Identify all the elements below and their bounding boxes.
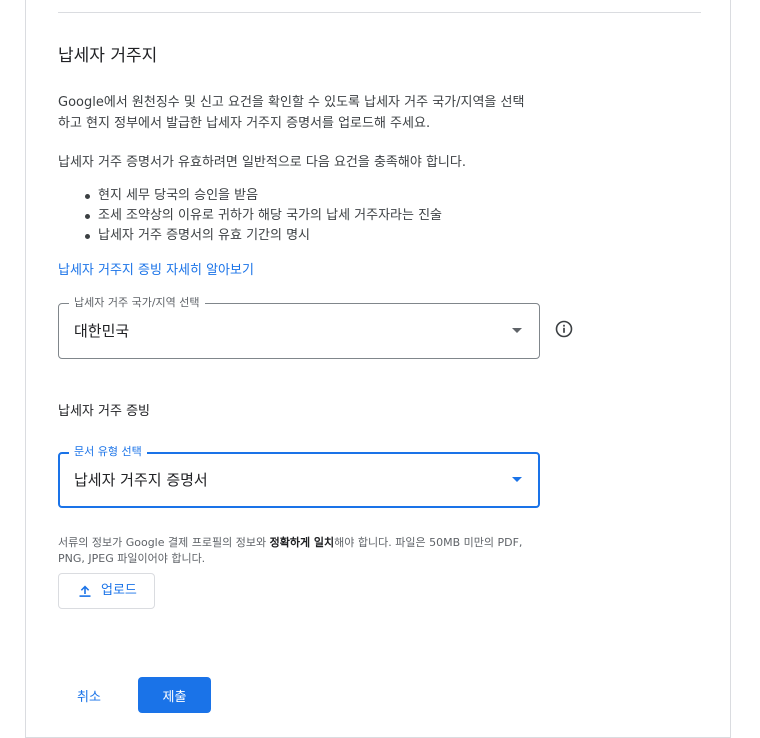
country-select[interactable]: 납세자 거주 국가/지역 선택 대한민국 [58, 296, 540, 359]
info-icon[interactable] [555, 320, 573, 338]
note-line-2: PNG, JPEG 파일이어야 합니다. [58, 552, 206, 565]
document-type-select[interactable]: 문서 유형 선택 납세자 거주지 증명서 [58, 445, 540, 508]
note-text: 해야 합니다. 파일은 50MB 미만의 PDF, [334, 536, 523, 549]
document-type-label: 문서 유형 선택 [69, 445, 147, 459]
intro-text: Google에서 원천징수 및 신고 요건을 확인할 수 있도록 납세자 거주 … [58, 92, 548, 134]
upload-button[interactable]: 업로드 [58, 573, 155, 609]
dropdown-arrow-icon [512, 328, 522, 333]
requirements-intro: 납세자 거주 증명서가 유효하려면 일반적으로 다음 요건을 충족해야 합니다. [58, 155, 466, 170]
document-type-value: 납세자 거주지 증명서 [74, 471, 208, 489]
top-divider [58, 12, 701, 13]
note-emphasis: 정확하게 일치 [269, 536, 335, 549]
section-title: 납세자 거주지 [58, 46, 158, 66]
requirement-item: 조세 조약상의 이유로 귀하가 해당 국가의 납세 거주자라는 진술 [58, 206, 442, 226]
intro-line-2: 하고 현지 정부에서 발급한 납세자 거주지 증명서를 업로드해 주세요. [58, 116, 431, 131]
requirements-list: 현지 세무 당국의 승인을 받음 조세 조약상의 이유로 귀하가 해당 국가의 … [58, 186, 442, 246]
requirement-item: 납세자 거주 증명서의 유효 기간의 명시 [58, 226, 442, 246]
cancel-button[interactable]: 취소 [62, 677, 116, 713]
country-select-label: 납세자 거주 국가/지역 선택 [69, 296, 205, 310]
dropdown-arrow-icon [512, 477, 522, 482]
upload-button-label: 업로드 [101, 583, 137, 598]
proof-title: 납세자 거주 증빙 [58, 404, 150, 419]
requirement-item: 현지 세무 당국의 승인을 받음 [58, 186, 442, 206]
upload-requirements-note: 서류의 정보가 Google 결제 프로필의 정보와 정확하게 일치해야 합니다… [58, 535, 548, 567]
country-select-value: 대한민국 [74, 322, 130, 340]
learn-more-link[interactable]: 납세자 거주지 증빙 자세히 알아보기 [58, 260, 254, 281]
upload-icon [79, 585, 91, 597]
intro-line-1: Google에서 원천징수 및 신고 요건을 확인할 수 있도록 납세자 거주 … [58, 95, 525, 110]
note-text: 서류의 정보가 Google 결제 프로필의 정보와 [58, 536, 270, 549]
note-line-1: 서류의 정보가 Google 결제 프로필의 정보와 정확하게 일치해야 합니다… [58, 535, 548, 551]
submit-button[interactable]: 제출 [138, 677, 211, 713]
